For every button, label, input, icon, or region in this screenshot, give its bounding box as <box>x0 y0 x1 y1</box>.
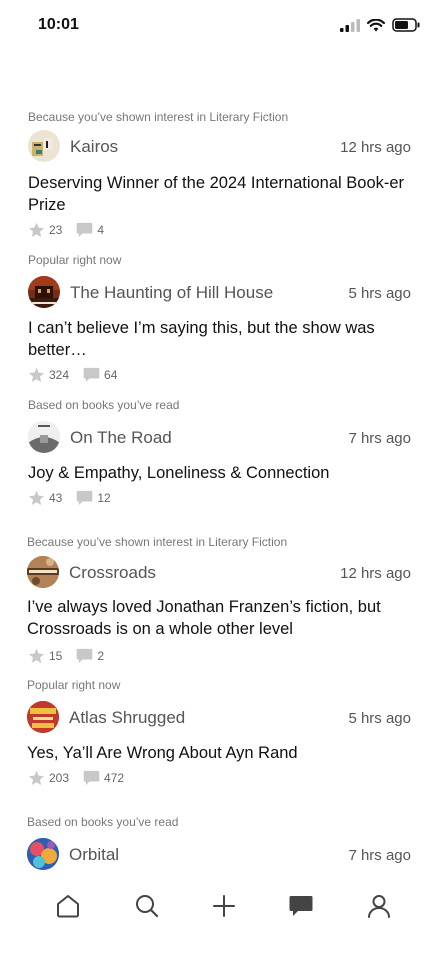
feed-post[interactable]: Because you’ve shown interest in Literar… <box>0 108 440 243</box>
post-title[interactable]: Joy & Empathy, Loneliness & Connection <box>28 462 414 484</box>
likes-count[interactable]: 15 <box>28 648 62 664</box>
comment-icon <box>83 770 100 786</box>
comments-count[interactable]: 64 <box>83 367 117 383</box>
likes-count[interactable]: 43 <box>28 490 62 506</box>
comments-count[interactable]: 472 <box>83 770 124 786</box>
likes-value: 43 <box>49 491 63 505</box>
profile-icon <box>368 895 390 918</box>
feed-post[interactable]: Because you’ve shown interest in Literar… <box>0 533 440 668</box>
recommendation-reason: Popular right now <box>27 678 121 692</box>
book-cover-avatar[interactable] <box>28 130 60 162</box>
star-icon <box>28 222 45 237</box>
book-title-link[interactable]: Atlas Shrugged <box>69 708 185 728</box>
book-cover-avatar[interactable] <box>28 276 60 308</box>
post-stats: 324 64 <box>28 367 117 383</box>
book-cover-avatar[interactable] <box>28 421 60 453</box>
comments-count[interactable]: 2 <box>76 648 104 664</box>
nav-home-button[interactable] <box>53 891 83 921</box>
search-icon <box>136 895 159 918</box>
feed-post[interactable]: Popular right now The Haunting of Hill H… <box>0 251 440 386</box>
nav-create-button[interactable] <box>209 891 239 921</box>
post-stats: 43 12 <box>28 490 111 506</box>
comment-icon <box>83 367 100 383</box>
book-cover-avatar[interactable] <box>27 701 59 733</box>
nav-messages-button[interactable] <box>286 891 316 921</box>
timestamp: 5 hrs ago <box>348 285 411 302</box>
likes-count[interactable]: 23 <box>28 222 62 238</box>
nav-profile-button[interactable] <box>364 891 394 921</box>
likes-value: 23 <box>49 223 63 237</box>
book-cover-avatar[interactable] <box>27 556 59 588</box>
post-stats: 23 4 <box>28 222 104 238</box>
status-time: 10:01 <box>38 16 79 33</box>
comment-icon <box>77 648 93 664</box>
comments-value: 12 <box>97 491 111 505</box>
comments-value: 472 <box>104 771 125 785</box>
bottom-nav <box>0 880 440 930</box>
book-cover-avatar[interactable] <box>27 838 59 870</box>
book-title-link[interactable]: Kairos <box>70 137 118 157</box>
likes-value: 15 <box>49 649 63 663</box>
feed-post[interactable]: Based on books you’ve read Orbital 7 hrs… <box>0 813 440 873</box>
plus-icon <box>213 895 235 917</box>
comments-value: 64 <box>104 368 118 382</box>
likes-value: 203 <box>49 771 70 785</box>
comment-icon <box>77 490 93 506</box>
star-icon <box>28 490 45 505</box>
timestamp: 7 hrs ago <box>348 430 411 447</box>
comments-count[interactable]: 12 <box>76 490 111 506</box>
feed-post[interactable]: Popular right now Atlas Shrugged 5 hrs a… <box>0 676 440 796</box>
timestamp: 12 hrs ago <box>340 565 411 582</box>
star-icon <box>28 770 45 785</box>
wifi-icon <box>367 18 385 31</box>
nav-search-button[interactable] <box>132 891 162 921</box>
post-title[interactable]: I can’t believe I’m saying this, but the… <box>28 317 414 361</box>
feed-post[interactable]: Based on books you’ve read On The Road 7… <box>0 396 440 516</box>
star-icon <box>28 648 45 663</box>
status-icons <box>340 18 420 32</box>
comments-count[interactable]: 4 <box>76 222 104 238</box>
home-icon <box>57 895 79 918</box>
timestamp: 7 hrs ago <box>348 847 411 864</box>
comment-icon <box>77 222 93 238</box>
book-title-link[interactable]: On The Road <box>70 428 172 448</box>
likes-count[interactable]: 203 <box>28 770 69 786</box>
post-title[interactable]: Yes, Ya’ll Are Wrong About Ayn Rand <box>27 742 413 764</box>
post-stats: 15 2 <box>28 648 104 664</box>
post-stats: 203 472 <box>28 770 124 786</box>
post-title[interactable]: Deserving Winner of the 2024 Internation… <box>28 172 414 216</box>
chat-icon <box>289 896 313 916</box>
recommendation-reason: Popular right now <box>28 253 122 267</box>
status-bar: 10:01 <box>0 0 440 50</box>
recommendation-reason: Based on books you’ve read <box>27 815 179 829</box>
post-title[interactable]: I’ve always loved Jonathan Franzen’s fic… <box>27 596 413 640</box>
recommendation-reason: Because you’ve shown interest in Literar… <box>28 110 289 124</box>
recommendation-reason: Because you’ve shown interest in Literar… <box>27 535 288 549</box>
timestamp: 12 hrs ago <box>340 139 411 156</box>
comments-value: 2 <box>97 649 105 663</box>
timestamp: 5 hrs ago <box>348 710 411 727</box>
comments-value: 4 <box>97 223 105 237</box>
star-icon <box>28 367 45 382</box>
likes-value: 324 <box>49 368 70 382</box>
recommendation-reason: Based on books you’ve read <box>28 398 180 412</box>
likes-count[interactable]: 324 <box>28 367 69 383</box>
book-title-link[interactable]: Crossroads <box>69 563 156 583</box>
book-title-link[interactable]: Orbital <box>69 845 119 865</box>
book-title-link[interactable]: The Haunting of Hill House <box>70 283 273 303</box>
cellular-signal-icon <box>340 18 360 32</box>
battery-icon <box>392 18 420 32</box>
